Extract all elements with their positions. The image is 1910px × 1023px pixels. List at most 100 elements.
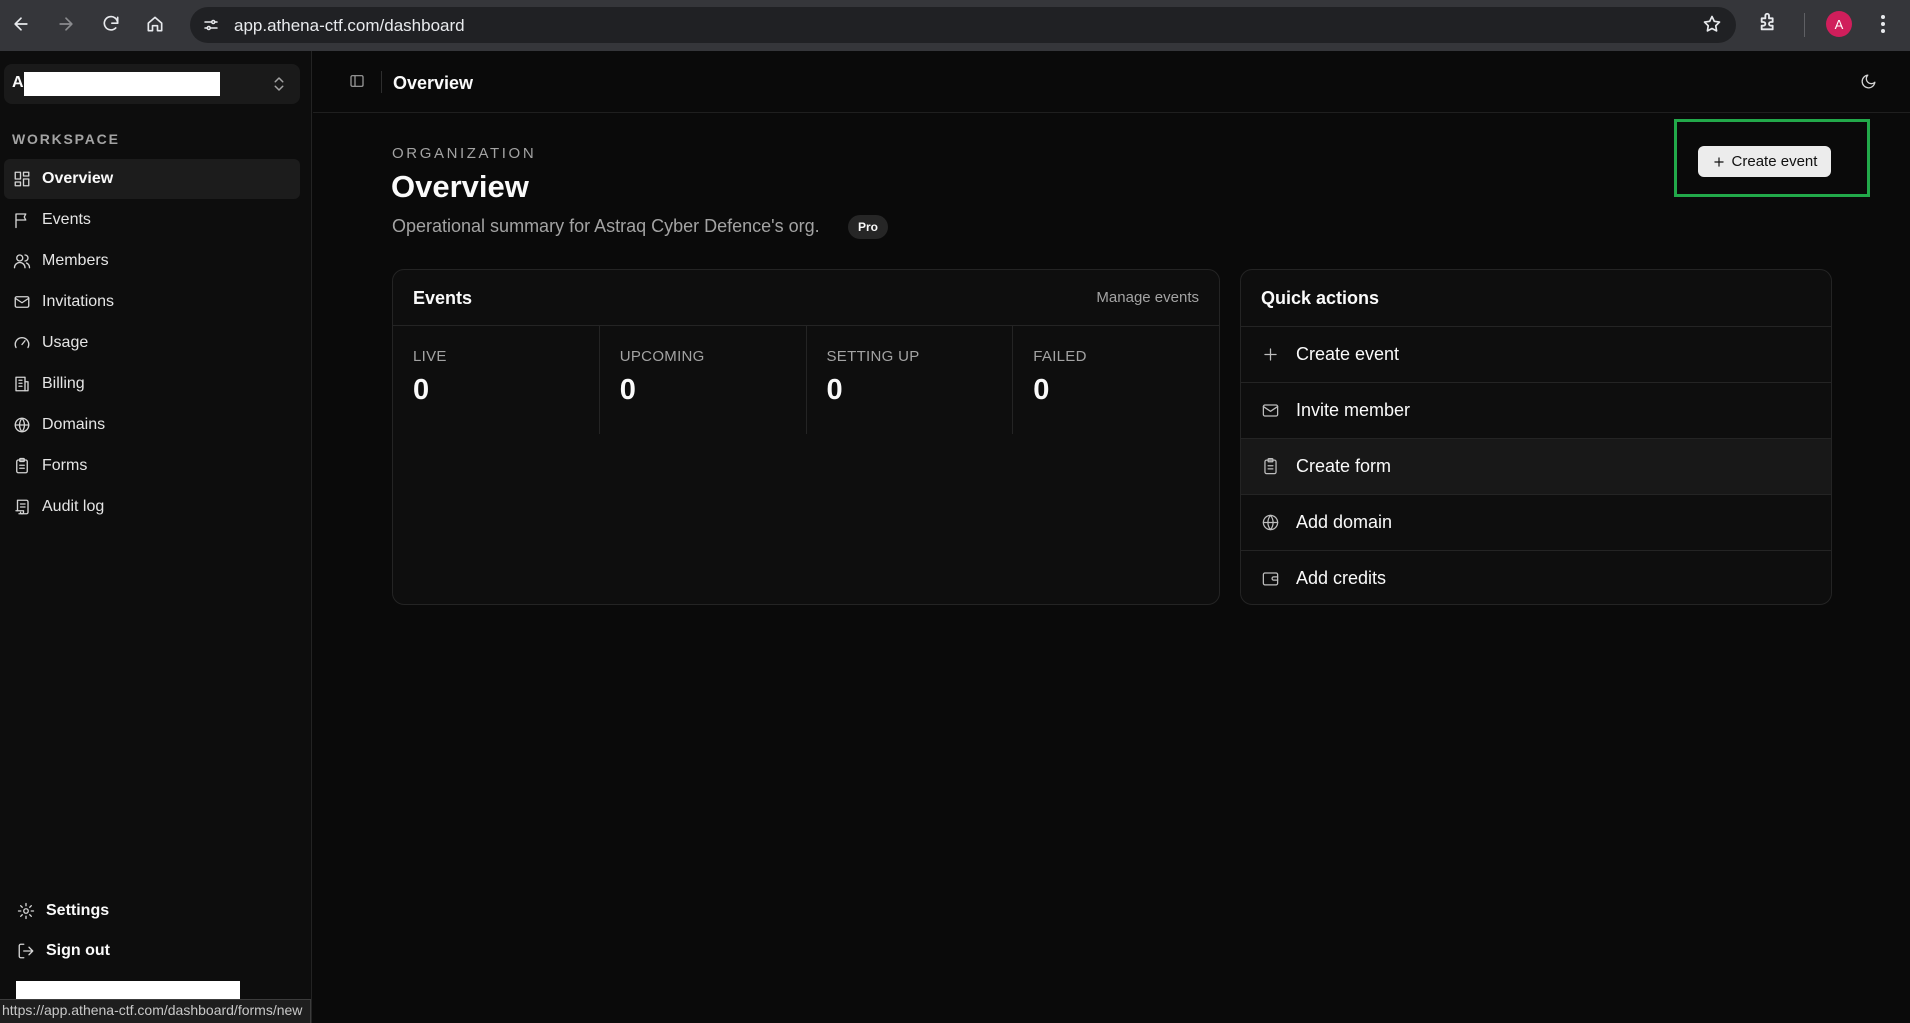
- chevrons-up-down-icon: [270, 74, 288, 94]
- browser-toolbar: app.athena-ctf.com/dashboard A: [0, 0, 1910, 51]
- workspace-section-label: WORKSPACE: [12, 131, 120, 147]
- event-stats: LIVE 0 UPCOMING 0 SETTING UP 0 FAILED 0: [393, 326, 1219, 434]
- plus-icon: [1713, 156, 1724, 167]
- layout-dashboard-icon: [12, 169, 32, 189]
- header-divider: [381, 71, 382, 93]
- quick-actions-card: Quick actions Create event Invite member…: [1240, 269, 1832, 605]
- scroll-icon: [12, 497, 32, 517]
- stat-value: 0: [1033, 374, 1050, 406]
- create-event-label: Create event: [1731, 153, 1818, 170]
- sidebar-item-invitations[interactable]: Invitations: [4, 282, 300, 322]
- sidebar-item-label: Audit log: [42, 498, 105, 515]
- sidebar-item-label: Usage: [42, 334, 89, 351]
- sidebar-item-domains[interactable]: Domains: [4, 405, 300, 445]
- sidebar-toggle-icon[interactable]: [349, 73, 367, 91]
- quick-action-create-form[interactable]: Create form: [1241, 438, 1831, 494]
- quick-actions-header: Quick actions: [1241, 270, 1831, 326]
- stat-setting-up: SETTING UP 0: [807, 326, 1014, 434]
- sidebar-item-audit-log[interactable]: Audit log: [4, 487, 300, 527]
- stat-value: 0: [826, 374, 843, 406]
- stat-value: 0: [619, 374, 636, 406]
- link-status-bubble: https://app.athena-ctf.com/dashboard/for…: [0, 999, 312, 1023]
- sidebar-item-events[interactable]: Events: [4, 200, 300, 240]
- quick-action-invite-member[interactable]: Invite member: [1241, 382, 1831, 438]
- sidebar-item-label: Overview: [42, 170, 114, 187]
- sidebar-item-label: Events: [42, 211, 91, 228]
- stat-value: 0: [413, 374, 430, 406]
- clipboard-icon: [12, 456, 32, 476]
- url-text: app.athena-ctf.com/dashboard: [234, 16, 465, 35]
- header-title: Overview: [393, 73, 474, 93]
- page-subtitle: Operational summary for Astraq Cyber Def…: [392, 216, 820, 236]
- stat-upcoming: UPCOMING 0: [600, 326, 807, 434]
- plan-badge: Pro: [848, 215, 889, 239]
- extensions-icon[interactable]: [1758, 11, 1784, 37]
- globe-icon: [12, 415, 32, 435]
- sidebar-item-overview[interactable]: Overview: [4, 159, 300, 199]
- stat-label: UPCOMING: [619, 348, 705, 365]
- quick-action-label: Add domain: [1296, 512, 1393, 532]
- redacted-org-name: [24, 72, 220, 96]
- mail-icon: [12, 292, 32, 312]
- plus-icon: [1261, 345, 1281, 365]
- events-card: Events Manage events LIVE 0 UPCOMING 0 S…: [392, 269, 1220, 605]
- sidebar-item-label: Invitations: [42, 293, 115, 310]
- sidebar-item-billing[interactable]: Billing: [4, 364, 300, 404]
- bookmark-star-icon[interactable]: [1702, 14, 1724, 36]
- address-bar[interactable]: app.athena-ctf.com/dashboard: [190, 7, 1736, 43]
- quick-action-label: Create form: [1296, 456, 1392, 476]
- clipboard-icon: [1261, 457, 1281, 477]
- org-name: A: [12, 74, 24, 91]
- stat-label: SETTING UP: [826, 348, 920, 365]
- page-eyebrow: ORGANIZATION: [392, 145, 537, 162]
- sidebar: A WORKSPACE Overview Events Members Invi…: [0, 51, 312, 1023]
- stat-label: LIVE: [413, 348, 447, 365]
- log-out-icon: [16, 941, 36, 961]
- profile-avatar[interactable]: A: [1826, 11, 1852, 37]
- sidebar-nav: Overview Events Members Invitations Usag…: [4, 159, 300, 528]
- home-icon[interactable]: [141, 10, 169, 38]
- back-icon[interactable]: [7, 10, 35, 38]
- gear-icon: [16, 901, 36, 921]
- gauge-icon: [12, 333, 32, 353]
- toolbar-divider: [1804, 13, 1805, 37]
- site-settings-icon[interactable]: [200, 14, 222, 36]
- sign-out-label: Sign out: [46, 942, 110, 959]
- sidebar-item-forms[interactable]: Forms: [4, 446, 300, 486]
- sign-out-button[interactable]: Sign out: [4, 931, 300, 971]
- quick-action-add-domain[interactable]: Add domain: [1241, 494, 1831, 550]
- create-event-button[interactable]: Create event: [1698, 146, 1831, 177]
- reload-icon[interactable]: [97, 10, 125, 38]
- globe-icon: [1261, 513, 1281, 533]
- page-title: Overview: [391, 169, 529, 204]
- stat-live: LIVE 0: [393, 326, 600, 434]
- settings-label: Settings: [46, 902, 110, 919]
- quick-action-label: Add credits: [1296, 568, 1387, 588]
- mail-icon: [1261, 401, 1281, 421]
- sidebar-item-members[interactable]: Members: [4, 241, 300, 281]
- sidebar-item-label: Members: [42, 252, 109, 269]
- browser-menu-icon[interactable]: [1876, 12, 1890, 36]
- forward-icon[interactable]: [52, 10, 80, 38]
- page-header: Overview: [313, 51, 1910, 113]
- quick-actions-title: Quick actions: [1261, 288, 1380, 308]
- quick-action-label: Create event: [1296, 344, 1400, 364]
- sidebar-item-label: Billing: [42, 375, 85, 392]
- quick-action-label: Invite member: [1296, 400, 1411, 420]
- stat-failed: FAILED 0: [1013, 326, 1219, 434]
- sidebar-item-label: Forms: [42, 457, 88, 474]
- events-card-header: Events Manage events: [393, 270, 1219, 326]
- quick-action-add-credits[interactable]: Add credits: [1241, 550, 1831, 604]
- users-icon: [12, 251, 32, 271]
- building-icon: [12, 374, 32, 394]
- sidebar-item-usage[interactable]: Usage: [4, 323, 300, 363]
- settings-button[interactable]: Settings: [4, 891, 300, 931]
- sidebar-footer: Settings Sign out: [4, 891, 300, 971]
- events-card-title: Events: [413, 288, 473, 308]
- moon-icon[interactable]: [1860, 73, 1878, 91]
- manage-events-link[interactable]: Manage events: [1096, 289, 1199, 306]
- quick-action-create-event[interactable]: Create event: [1241, 326, 1831, 382]
- org-switcher[interactable]: A: [4, 64, 300, 104]
- sidebar-item-label: Domains: [42, 416, 106, 433]
- stat-label: FAILED: [1033, 348, 1087, 365]
